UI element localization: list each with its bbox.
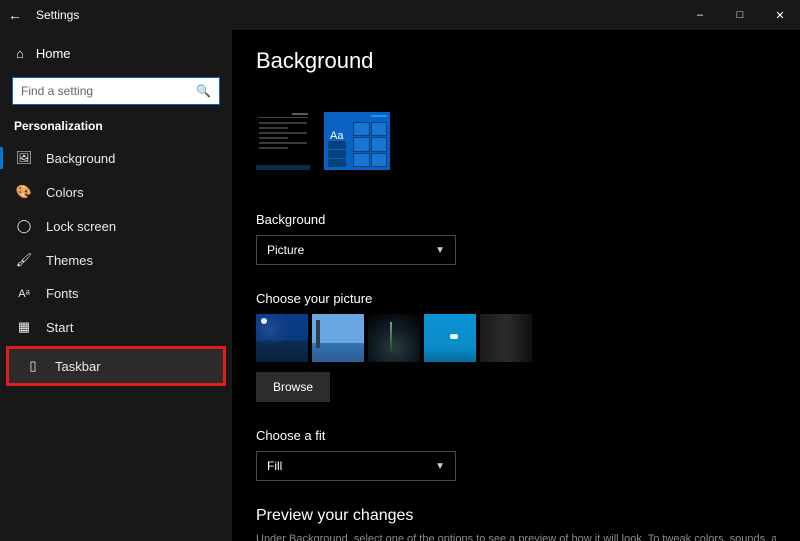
sidebar-item-label: Lock screen — [46, 219, 116, 234]
picture-thumb[interactable] — [312, 314, 364, 362]
browse-button[interactable]: Browse — [256, 372, 330, 402]
minimize-button[interactable]: – — [680, 0, 720, 30]
maximize-button[interactable]: □ — [720, 0, 760, 30]
taskbar-highlight: ▯ Taskbar — [6, 346, 226, 386]
home-icon: ⌂ — [16, 46, 24, 61]
sidebar-item-lockscreen[interactable]: ◯ Lock screen — [0, 209, 232, 243]
sidebar-item-label: Themes — [46, 253, 93, 268]
search-input[interactable] — [21, 84, 196, 98]
chevron-down-icon: ▼ — [435, 245, 445, 256]
settings-window: ← Settings – □ ✕ ⌂ Home 🔍 Personalizatio… — [0, 0, 800, 541]
titlebar: ← Settings – □ ✕ — [0, 0, 800, 30]
back-icon[interactable]: ← — [8, 7, 22, 23]
lock-icon: ◯ — [16, 218, 32, 234]
picture-thumbnails — [256, 314, 776, 362]
sidebar-item-background[interactable]: 🖼 Background — [0, 141, 232, 175]
sidebar-item-themes[interactable]: 🖌 Themes — [0, 243, 232, 277]
search-icon: 🔍 — [196, 84, 211, 98]
sidebar-item-label: Start — [46, 320, 73, 335]
sidebar-item-label: Fonts — [46, 286, 79, 301]
section-title: Personalization — [0, 119, 232, 141]
close-button[interactable]: ✕ — [760, 0, 800, 30]
preview-changes-text: Under Background, select one of the opti… — [256, 533, 776, 541]
picture-thumb[interactable] — [480, 314, 532, 362]
start-icon: ▦ — [16, 319, 32, 335]
choose-picture-label: Choose your picture — [256, 291, 776, 306]
sidebar-item-label: Background — [46, 151, 115, 166]
start-preview-mini: Aa — [324, 112, 390, 170]
sidebar-item-label: Taskbar — [55, 359, 101, 374]
preview-row: Aa — [256, 112, 776, 170]
window-controls: – □ ✕ — [680, 0, 800, 30]
picture-thumb[interactable] — [256, 314, 308, 362]
titlebar-left: ← Settings — [8, 7, 79, 23]
browse-label: Browse — [273, 380, 313, 394]
taskbar-icon: ▯ — [25, 358, 41, 374]
fit-dropdown-value: Fill — [267, 459, 282, 473]
sidebar: ⌂ Home 🔍 Personalization 🖼 Background 🎨 … — [0, 30, 232, 541]
fonts-icon: Aᵃ — [16, 288, 32, 300]
sidebar-item-taskbar[interactable]: ▯ Taskbar — [9, 349, 223, 383]
home-label: Home — [36, 46, 71, 61]
page-title: Background — [256, 48, 776, 74]
fit-dropdown[interactable]: Fill ▼ — [256, 451, 456, 481]
background-dropdown-value: Picture — [267, 243, 304, 257]
chevron-down-icon: ▼ — [435, 461, 445, 472]
desktop-preview-mini — [256, 112, 310, 170]
home-nav[interactable]: ⌂ Home — [0, 40, 232, 73]
picture-thumb[interactable] — [424, 314, 476, 362]
background-label: Background — [256, 212, 776, 227]
preview-changes-title: Preview your changes — [256, 507, 776, 525]
window-title: Settings — [36, 8, 79, 22]
themes-icon: 🖌 — [16, 252, 32, 268]
palette-icon: 🎨 — [16, 184, 32, 200]
search-box[interactable]: 🔍 — [12, 77, 220, 105]
choose-fit-label: Choose a fit — [256, 428, 776, 443]
picture-thumb[interactable] — [368, 314, 420, 362]
app-body: ⌂ Home 🔍 Personalization 🖼 Background 🎨 … — [0, 30, 800, 541]
sidebar-item-start[interactable]: ▦ Start — [0, 310, 232, 344]
background-dropdown[interactable]: Picture ▼ — [256, 235, 456, 265]
sidebar-item-label: Colors — [46, 185, 84, 200]
sidebar-item-colors[interactable]: 🎨 Colors — [0, 175, 232, 209]
main-content: Background Aa — [232, 30, 800, 541]
sidebar-item-fonts[interactable]: Aᵃ Fonts — [0, 277, 232, 310]
picture-icon: 🖼 — [16, 150, 32, 166]
